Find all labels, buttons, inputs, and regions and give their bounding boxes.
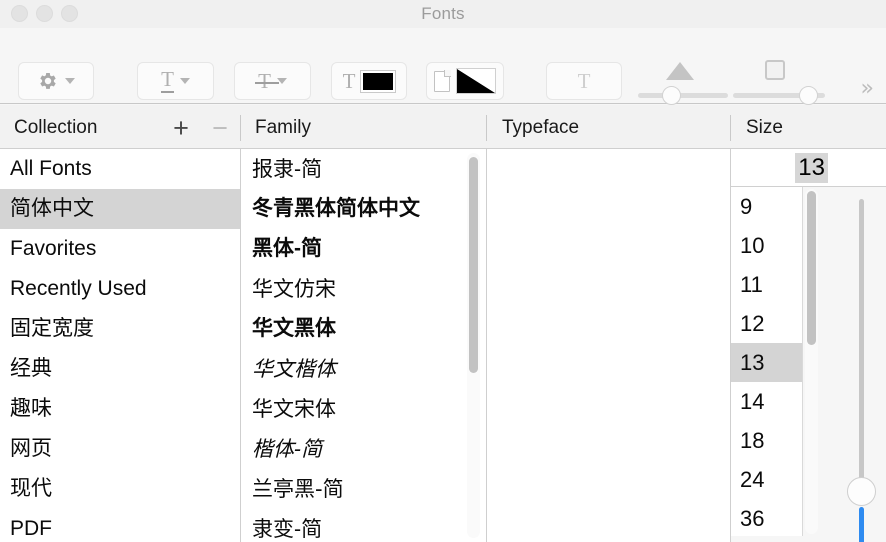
family-item[interactable]: 报隶-简 bbox=[241, 149, 486, 189]
family-item[interactable]: 华文宋体 bbox=[241, 389, 486, 429]
size-slider-fill bbox=[859, 507, 864, 542]
column-divider bbox=[730, 115, 731, 141]
chevron-down-icon bbox=[179, 78, 190, 84]
column-header-size: Size bbox=[746, 117, 783, 138]
shadow-toggle-button[interactable]: T bbox=[546, 62, 622, 100]
collection-item[interactable]: Recently Used bbox=[0, 269, 240, 309]
collection-item[interactable]: Favorites bbox=[0, 229, 240, 269]
typeface-list[interactable] bbox=[486, 149, 730, 542]
family-list[interactable]: 报隶-简 冬青黑体简体中文 黑体-简 华文仿宋 华文黑体 华文楷体 华文宋体 楷… bbox=[240, 149, 486, 542]
column-header-collection: Collection bbox=[14, 117, 98, 138]
size-slider[interactable] bbox=[835, 187, 886, 542]
family-item[interactable]: 华文楷体 bbox=[241, 349, 486, 389]
text-color-button[interactable]: T bbox=[331, 62, 407, 100]
family-scrollbar[interactable] bbox=[467, 153, 480, 538]
family-item[interactable]: 隶变-简 bbox=[241, 509, 486, 542]
underline-menu[interactable]: T bbox=[137, 62, 214, 100]
shadow-offset-icon bbox=[765, 60, 785, 80]
size-list-item[interactable]: 36 bbox=[731, 499, 802, 538]
size-list-item[interactable]: 13 bbox=[731, 343, 802, 382]
text-underline-icon: T bbox=[161, 67, 174, 93]
size-list-item[interactable]: 24 bbox=[731, 460, 802, 499]
window-titlebar: Fonts bbox=[0, 0, 886, 28]
size-list-item[interactable]: 9 bbox=[731, 187, 802, 226]
slider-knob[interactable] bbox=[662, 86, 681, 105]
size-list-item[interactable]: 10 bbox=[731, 226, 802, 265]
collection-item[interactable]: 现代 bbox=[0, 469, 240, 509]
remove-collection-button[interactable]: − bbox=[207, 115, 233, 142]
document-icon bbox=[434, 70, 451, 92]
size-input-value: 13 bbox=[795, 153, 828, 183]
document-color-button[interactable] bbox=[426, 62, 504, 100]
fonts-panel-window: Fonts T T T T » Collection + − Family Ty… bbox=[0, 0, 886, 542]
action-gear-menu[interactable] bbox=[18, 62, 94, 100]
size-list-scrollbar-thumb[interactable] bbox=[807, 191, 816, 345]
shadow-opacity-icon bbox=[666, 62, 694, 80]
column-divider bbox=[486, 115, 487, 141]
size-slider-knob[interactable] bbox=[847, 477, 876, 506]
text-color-icon: T bbox=[342, 68, 356, 93]
size-list-item[interactable]: 18 bbox=[731, 421, 802, 460]
size-list-scrollbar[interactable] bbox=[805, 189, 818, 534]
column-header-bar: Collection + − Family Typeface Size bbox=[0, 105, 886, 149]
text-strikethrough-icon: T bbox=[255, 70, 280, 92]
chevron-down-icon bbox=[65, 78, 75, 84]
size-list-item[interactable]: 11 bbox=[731, 265, 802, 304]
family-item[interactable]: 楷体-简 bbox=[241, 429, 486, 469]
panes-container: All Fonts 简体中文 Favorites Recently Used 固… bbox=[0, 149, 886, 542]
gear-icon bbox=[37, 70, 59, 92]
family-item[interactable]: 黑体-简 bbox=[241, 229, 486, 269]
add-collection-button[interactable]: + bbox=[168, 115, 194, 142]
family-item[interactable]: 冬青黑体简体中文 bbox=[241, 189, 486, 229]
collection-item[interactable]: 固定宽度 bbox=[0, 309, 240, 349]
shadow-offset-slider[interactable] bbox=[733, 60, 825, 105]
collection-item[interactable]: PDF bbox=[0, 509, 240, 542]
size-pane: 13 9 10 11 12 13 14 18 24 36 bbox=[730, 149, 886, 542]
size-list[interactable]: 9 10 11 12 13 14 18 24 36 bbox=[731, 187, 803, 536]
text-shadow-icon: T bbox=[577, 68, 591, 93]
toolbar-overflow-button[interactable]: » bbox=[861, 78, 874, 100]
collection-list[interactable]: All Fonts 简体中文 Favorites Recently Used 固… bbox=[0, 149, 240, 542]
collection-item[interactable]: All Fonts bbox=[0, 149, 240, 189]
family-item[interactable]: 华文黑体 bbox=[241, 309, 486, 349]
family-item[interactable]: 兰亭黑-简 bbox=[241, 469, 486, 509]
collection-item[interactable]: 趣味 bbox=[0, 389, 240, 429]
collection-item[interactable]: 简体中文 bbox=[0, 189, 240, 229]
toolbar: T T T T » bbox=[0, 28, 886, 105]
collection-item[interactable]: 经典 bbox=[0, 349, 240, 389]
size-list-item[interactable]: 14 bbox=[731, 382, 802, 421]
slider-knob[interactable] bbox=[799, 86, 818, 105]
size-list-item[interactable]: 12 bbox=[731, 304, 802, 343]
shadow-blur-slider[interactable] bbox=[638, 62, 728, 105]
column-header-family: Family bbox=[255, 117, 311, 138]
text-color-swatch[interactable] bbox=[360, 69, 397, 93]
slider-track bbox=[638, 93, 728, 98]
window-title: Fonts bbox=[421, 4, 465, 23]
strikethrough-menu[interactable]: T bbox=[234, 62, 311, 100]
family-item[interactable]: 华文仿宋 bbox=[241, 269, 486, 309]
size-slider-track bbox=[859, 199, 864, 487]
column-divider bbox=[240, 115, 241, 141]
column-header-typeface: Typeface bbox=[502, 117, 580, 138]
family-scrollbar-thumb[interactable] bbox=[469, 157, 478, 373]
document-color-swatch[interactable] bbox=[456, 68, 496, 94]
size-input[interactable]: 13 bbox=[731, 149, 886, 187]
collection-item[interactable]: 网页 bbox=[0, 429, 240, 469]
